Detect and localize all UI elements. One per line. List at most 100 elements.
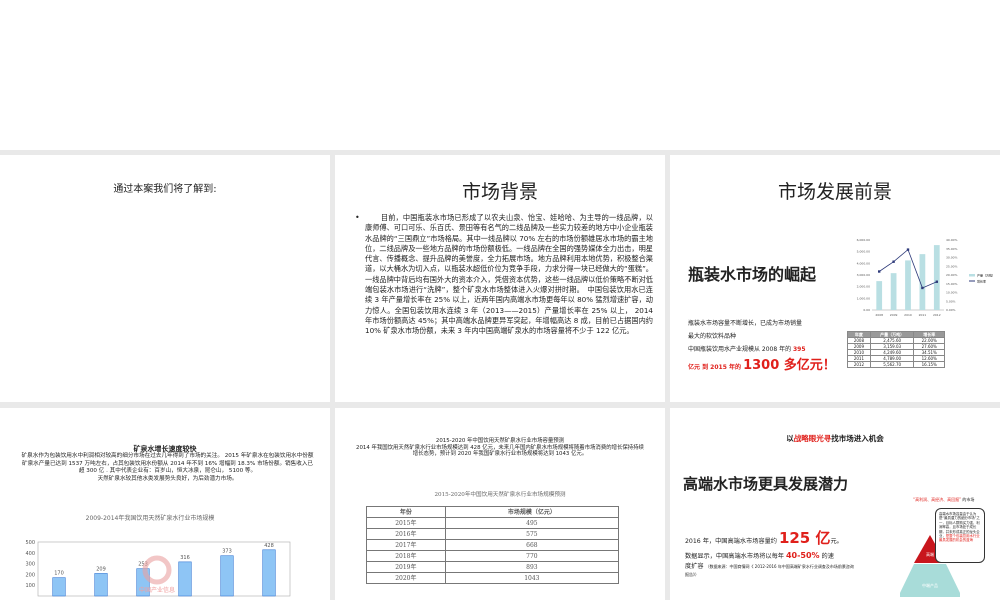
bar <box>52 577 66 597</box>
slide-thumbnail-1[interactable]: 通过本案我们将了解到: <box>0 155 330 402</box>
table-cell: 2020年 <box>366 572 446 584</box>
y-tick-label: 200 <box>25 572 35 578</box>
bar <box>890 273 897 310</box>
pyramid-label: “高利润、高经济、高回报” 的市场 <box>913 497 974 503</box>
slide-heading: 瓶装水市场的崛起 <box>688 265 817 284</box>
column-header: 市场规模（亿元） <box>444 506 620 518</box>
line-point <box>906 248 910 251</box>
slide-thumbnail-6[interactable]: 以战略眼光寻找市场进入机会 高端水市场更具发展潜力 2016 年，中国高端水市场… <box>670 408 1000 600</box>
table-row: 2018年 770 <box>366 550 620 562</box>
text: 元。 <box>830 538 843 545</box>
text-line: 数据显示，中国高端水市场将以每年 40-50% 的速 <box>685 550 855 563</box>
slide-thumbnail-2[interactable]: 市场背景 • 目前，中国瓶装水市场已形成了以农夫山泉、怡宝、娃哈哈、为主导的一线… <box>335 155 665 402</box>
bar <box>933 245 940 310</box>
text: 2016 年，中国高端水市场容量约 <box>685 538 779 545</box>
callout-bubble: 高端水市场容量由于认为是“最具潜力的细分市场”之一，目标人群购买力强，利润率高，… <box>935 508 985 563</box>
text: 中国瓶装饮用水产业规模从 2008 年的 <box>688 346 793 353</box>
text: 找市场进入机会 <box>831 434 884 443</box>
table-title: 2015-2020年中国饮用天然矿泉水行业市场规模预测 <box>434 492 566 498</box>
y-tick-label: 3,000.00 <box>857 273 870 277</box>
table-cell: 2017年 <box>366 539 446 551</box>
highlight: 395 <box>793 346 806 353</box>
line-point <box>921 286 924 290</box>
production-chart: 0.00 1,000.00 2,000.00 3,000.00 4,000.00 5,00… <box>857 238 995 317</box>
table-cell: 2019年 <box>366 561 446 573</box>
data-label: 209 <box>96 566 106 572</box>
table-cell: 2018年 <box>366 550 446 562</box>
line-point <box>892 260 895 263</box>
y-tick-label: 1,000.00 <box>857 296 870 300</box>
table-cell: 770 <box>444 550 620 562</box>
pyramid-top-label: 高端 <box>926 551 934 557</box>
y2-tick-label: 20.00% <box>946 273 958 277</box>
x-tick-label: 2009 <box>890 313 898 317</box>
table-row: 2015年 495 <box>366 517 620 529</box>
slide-title: 市场背景 <box>461 181 538 203</box>
table-row: 2011 4,789.00 12.60% <box>847 355 945 362</box>
table-row: 2017年 668 <box>366 539 620 551</box>
table-cell: 495 <box>444 517 620 529</box>
text: 度扩容 <box>685 563 704 570</box>
table-cell: 893 <box>444 561 620 573</box>
table-row: 2016年 575 <box>366 528 620 540</box>
y-tick-label: 500 <box>25 540 35 546</box>
slide-thumbnail-3[interactable]: 市场发展前景 瓶装水市场的崛起 瓶装水市场容量不断增长，已成为市场销量 最大的软… <box>670 155 1000 402</box>
table-cell: 668 <box>444 539 620 551</box>
text-line: 瓶装水市场容量不断增长，已成为市场销量 <box>688 320 803 327</box>
table-cell: 5,562.70 <box>869 361 915 368</box>
y-tick-label: 300 <box>25 562 35 568</box>
bar <box>262 549 276 597</box>
bar <box>905 260 911 310</box>
x-tick-label: 2010 <box>904 313 912 317</box>
text-line: 2016 年，中国高端水市场容量约 125 亿元。 <box>685 530 855 550</box>
table-row: 2008 2,475.60 22.00% <box>847 337 945 344</box>
table-row: 2012 5,562.70 16.15% <box>847 361 945 368</box>
bullet-marker: • <box>355 213 360 222</box>
y-tick-label: 4,000.00 <box>857 261 870 265</box>
slide-text: 通过本案我们将了解到: <box>113 184 217 195</box>
bar <box>178 561 192 597</box>
text: 亿元 到 2015 年的 <box>688 364 744 371</box>
slide-heading: 高端水市场更具发展潜力 <box>683 475 849 493</box>
y2-tick-label: 40.00% <box>946 238 958 242</box>
slide-body: 2016 年，中国高端水市场容量约 125 亿元。 数据显示，中国高端水市场将以… <box>685 530 855 579</box>
text-line: 亿元 到 2015 年的 1300 多亿元！ <box>688 359 838 374</box>
data-label: 373 <box>222 549 232 555</box>
bar <box>94 573 108 597</box>
x-tick-label: 2008 <box>875 313 883 317</box>
text-line: 中国瓶装饮用水产业规模从 2008 年的 395 <box>688 343 838 356</box>
y2-tick-label: 35.00% <box>946 247 958 251</box>
table-cell: 575 <box>444 528 620 540</box>
highlight: 是整个包装饮用水行业最具发展的机会的蓝海 <box>939 534 980 543</box>
slide-body: 瓶装水市场容量不断增长，已成为市场销量 最大的软饮料品种 中国瓶装饮用水产业规模… <box>688 317 838 374</box>
y2-tick-label: 5.00% <box>946 299 956 303</box>
data-label: 428 <box>264 543 274 549</box>
y2-tick-label: 0.00% <box>946 308 956 312</box>
slide-thumbnail-top[interactable] <box>0 0 1000 150</box>
slide-body: 2015-2020 年中国饮用天然矿泉水行业市场容量预测 2014 年我国饮用天… <box>355 438 645 458</box>
bar <box>220 555 234 597</box>
data-label: 170 <box>54 571 64 577</box>
slide-thumbnail-4[interactable]: 矿泉水增长速度较快 矿泉水作为包装饮用水中利润相对较高的细分市场在过去几年得到了… <box>0 408 330 600</box>
text: 的速 <box>819 553 834 560</box>
line-point <box>878 270 881 273</box>
x-tick-label: 2011 <box>919 313 927 317</box>
y-tick-label: 6,000.00 <box>857 238 870 242</box>
y-tick-label: 100 <box>25 583 35 589</box>
pyramid-base-label: 中端产品 <box>922 582 938 588</box>
chart-title: 2009-2014年我国饮用天然矿泉水行业市场规模 <box>86 514 215 522</box>
text: 数据显示，中国高端水市场将以每年 <box>685 553 786 560</box>
y2-tick-label: 30.00% <box>946 256 958 260</box>
highlight: 125 亿 <box>778 529 831 547</box>
legend-swatch <box>969 274 975 277</box>
slide-thumbnail-5[interactable]: 2015-2020 年中国饮用天然矿泉水行业市场容量预测 2014 年我国饮用天… <box>335 408 665 600</box>
text-line: 度扩容 （数据来源：中国商情网《 2012-2016 年中国高端矿泉水行业调查及… <box>685 563 855 579</box>
bar <box>876 281 883 310</box>
column-header: 年份 <box>366 506 446 518</box>
y2-tick-label: 25.00% <box>946 264 958 268</box>
text: 矿泉水作为包装饮用水中利润相对较高的细分市场在过去几年得到了市场的关注。 201… <box>21 453 314 475</box>
slide-subtitle: 以战略眼光寻找市场进入机会 <box>670 433 1000 444</box>
highlight: 战略眼光寻 <box>793 434 832 443</box>
highlight: 1300 多亿元！ <box>743 358 836 373</box>
legend-label: 产量（万吨） <box>977 273 995 278</box>
